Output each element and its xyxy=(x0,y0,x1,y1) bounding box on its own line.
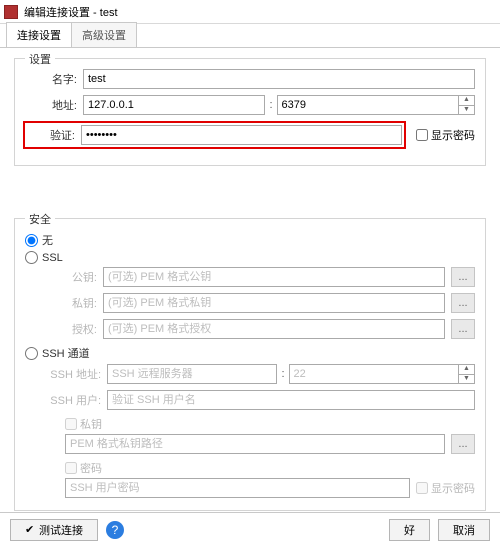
pubkey-browse: ... xyxy=(451,267,475,287)
radio-ssh[interactable]: SSH 通道 xyxy=(25,345,475,361)
ssh-privkey-checkbox xyxy=(65,418,77,430)
check-icon: ✔ xyxy=(25,523,35,536)
cancel-button[interactable]: 取消 xyxy=(438,519,490,541)
settings-group: 设置 名字: 地址: : ▲▼ 验证: 显示密码 xyxy=(14,58,486,166)
app-icon xyxy=(4,5,18,19)
footer: ✔ 测试连接 ? 好 取消 xyxy=(0,512,500,546)
ssh-privkey-check: 私钥 xyxy=(65,416,102,432)
authz-browse: ... xyxy=(451,319,475,339)
ssh-user-label: SSH 用户: xyxy=(45,392,101,408)
auth-label: 验证: xyxy=(27,127,75,143)
port-input[interactable] xyxy=(277,95,459,115)
titlebar: 编辑连接设置 - test xyxy=(0,0,500,24)
authz-input xyxy=(103,319,445,339)
security-group: 安全 无 SSL 公钥: ... 私钥: ... 授权: ... SSH 通道 xyxy=(14,218,486,511)
auth-input[interactable] xyxy=(81,125,402,145)
tab-advanced[interactable]: 高级设置 xyxy=(71,22,137,47)
privkey-input xyxy=(103,293,445,313)
ssh-show-pwd-checkbox xyxy=(416,482,428,494)
settings-title: 设置 xyxy=(25,51,55,67)
authz-label: 授权: xyxy=(45,321,97,337)
privkey-label: 私钥: xyxy=(45,295,97,311)
privkey-browse: ... xyxy=(451,293,475,313)
radio-ssh-input[interactable] xyxy=(25,347,38,360)
pubkey-input xyxy=(103,267,445,287)
radio-ssl-input[interactable] xyxy=(25,251,38,264)
help-icon[interactable]: ? xyxy=(106,521,124,539)
security-title: 安全 xyxy=(25,211,55,227)
ssh-privkey-browse: ... xyxy=(451,434,475,454)
radio-ssl[interactable]: SSL xyxy=(25,251,475,264)
ssh-pwd-checkbox xyxy=(65,462,77,474)
ssh-addr-label: SSH 地址: xyxy=(45,366,101,382)
address-input[interactable] xyxy=(83,95,265,115)
name-input[interactable] xyxy=(83,69,475,89)
radio-none[interactable]: 无 xyxy=(25,232,475,248)
ssh-privkey-input xyxy=(65,434,445,454)
ok-button[interactable]: 好 xyxy=(389,519,430,541)
tab-connection[interactable]: 连接设置 xyxy=(6,22,72,47)
window-title: 编辑连接设置 - test xyxy=(24,4,118,20)
tab-strip: 连接设置 高级设置 xyxy=(0,24,500,48)
port-spinner[interactable]: ▲▼ xyxy=(459,95,475,115)
pubkey-label: 公钥: xyxy=(45,269,97,285)
ssh-pwd-check: 密码 xyxy=(65,460,102,476)
ssh-port-input xyxy=(289,364,459,384)
address-label: 地址: xyxy=(25,97,77,113)
ssh-user-input xyxy=(107,390,475,410)
show-password-check[interactable]: 显示密码 xyxy=(416,121,475,149)
addr-port-sep: : xyxy=(269,99,272,111)
ssh-addr-input xyxy=(107,364,277,384)
ssh-port-spinner: ▲▼ xyxy=(459,364,475,384)
radio-none-input[interactable] xyxy=(25,234,38,247)
ssh-pwd-input xyxy=(65,478,410,498)
show-password-checkbox[interactable] xyxy=(416,129,428,141)
ssh-show-pwd-check: 显示密码 xyxy=(416,480,475,496)
name-label: 名字: xyxy=(25,71,77,87)
test-connection-button[interactable]: ✔ 测试连接 xyxy=(10,519,98,541)
